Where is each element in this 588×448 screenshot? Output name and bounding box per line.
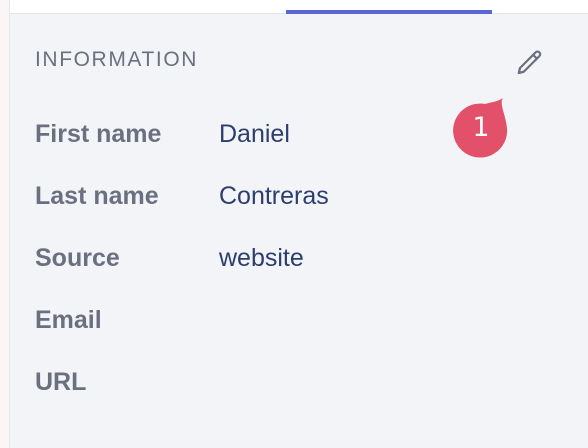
field-value: Daniel — [219, 120, 290, 148]
field-label: Email — [35, 306, 102, 334]
pencil-icon — [517, 50, 542, 75]
step-badge-number: 1 — [472, 112, 490, 143]
field-value: website — [219, 244, 304, 272]
field-row-url: URL — [35, 364, 435, 426]
edit-button[interactable] — [514, 48, 546, 78]
contact-details-page: INFORMATION First name Daniel Last name … — [0, 0, 588, 448]
field-list: First name Daniel Last name Contreras So… — [35, 116, 435, 426]
field-row-last-name: Last name Contreras — [35, 178, 435, 240]
field-label: URL — [35, 368, 87, 396]
left-gutter — [0, 0, 10, 448]
field-label: Source — [35, 244, 120, 272]
field-label: Last name — [35, 182, 159, 210]
section-title: INFORMATION — [35, 48, 199, 71]
field-row-source: Source website — [35, 240, 435, 302]
field-row-email: Email — [35, 302, 435, 364]
field-value: Contreras — [219, 182, 329, 210]
field-row-first-name: First name Daniel — [35, 116, 435, 178]
field-label: First name — [35, 120, 162, 148]
